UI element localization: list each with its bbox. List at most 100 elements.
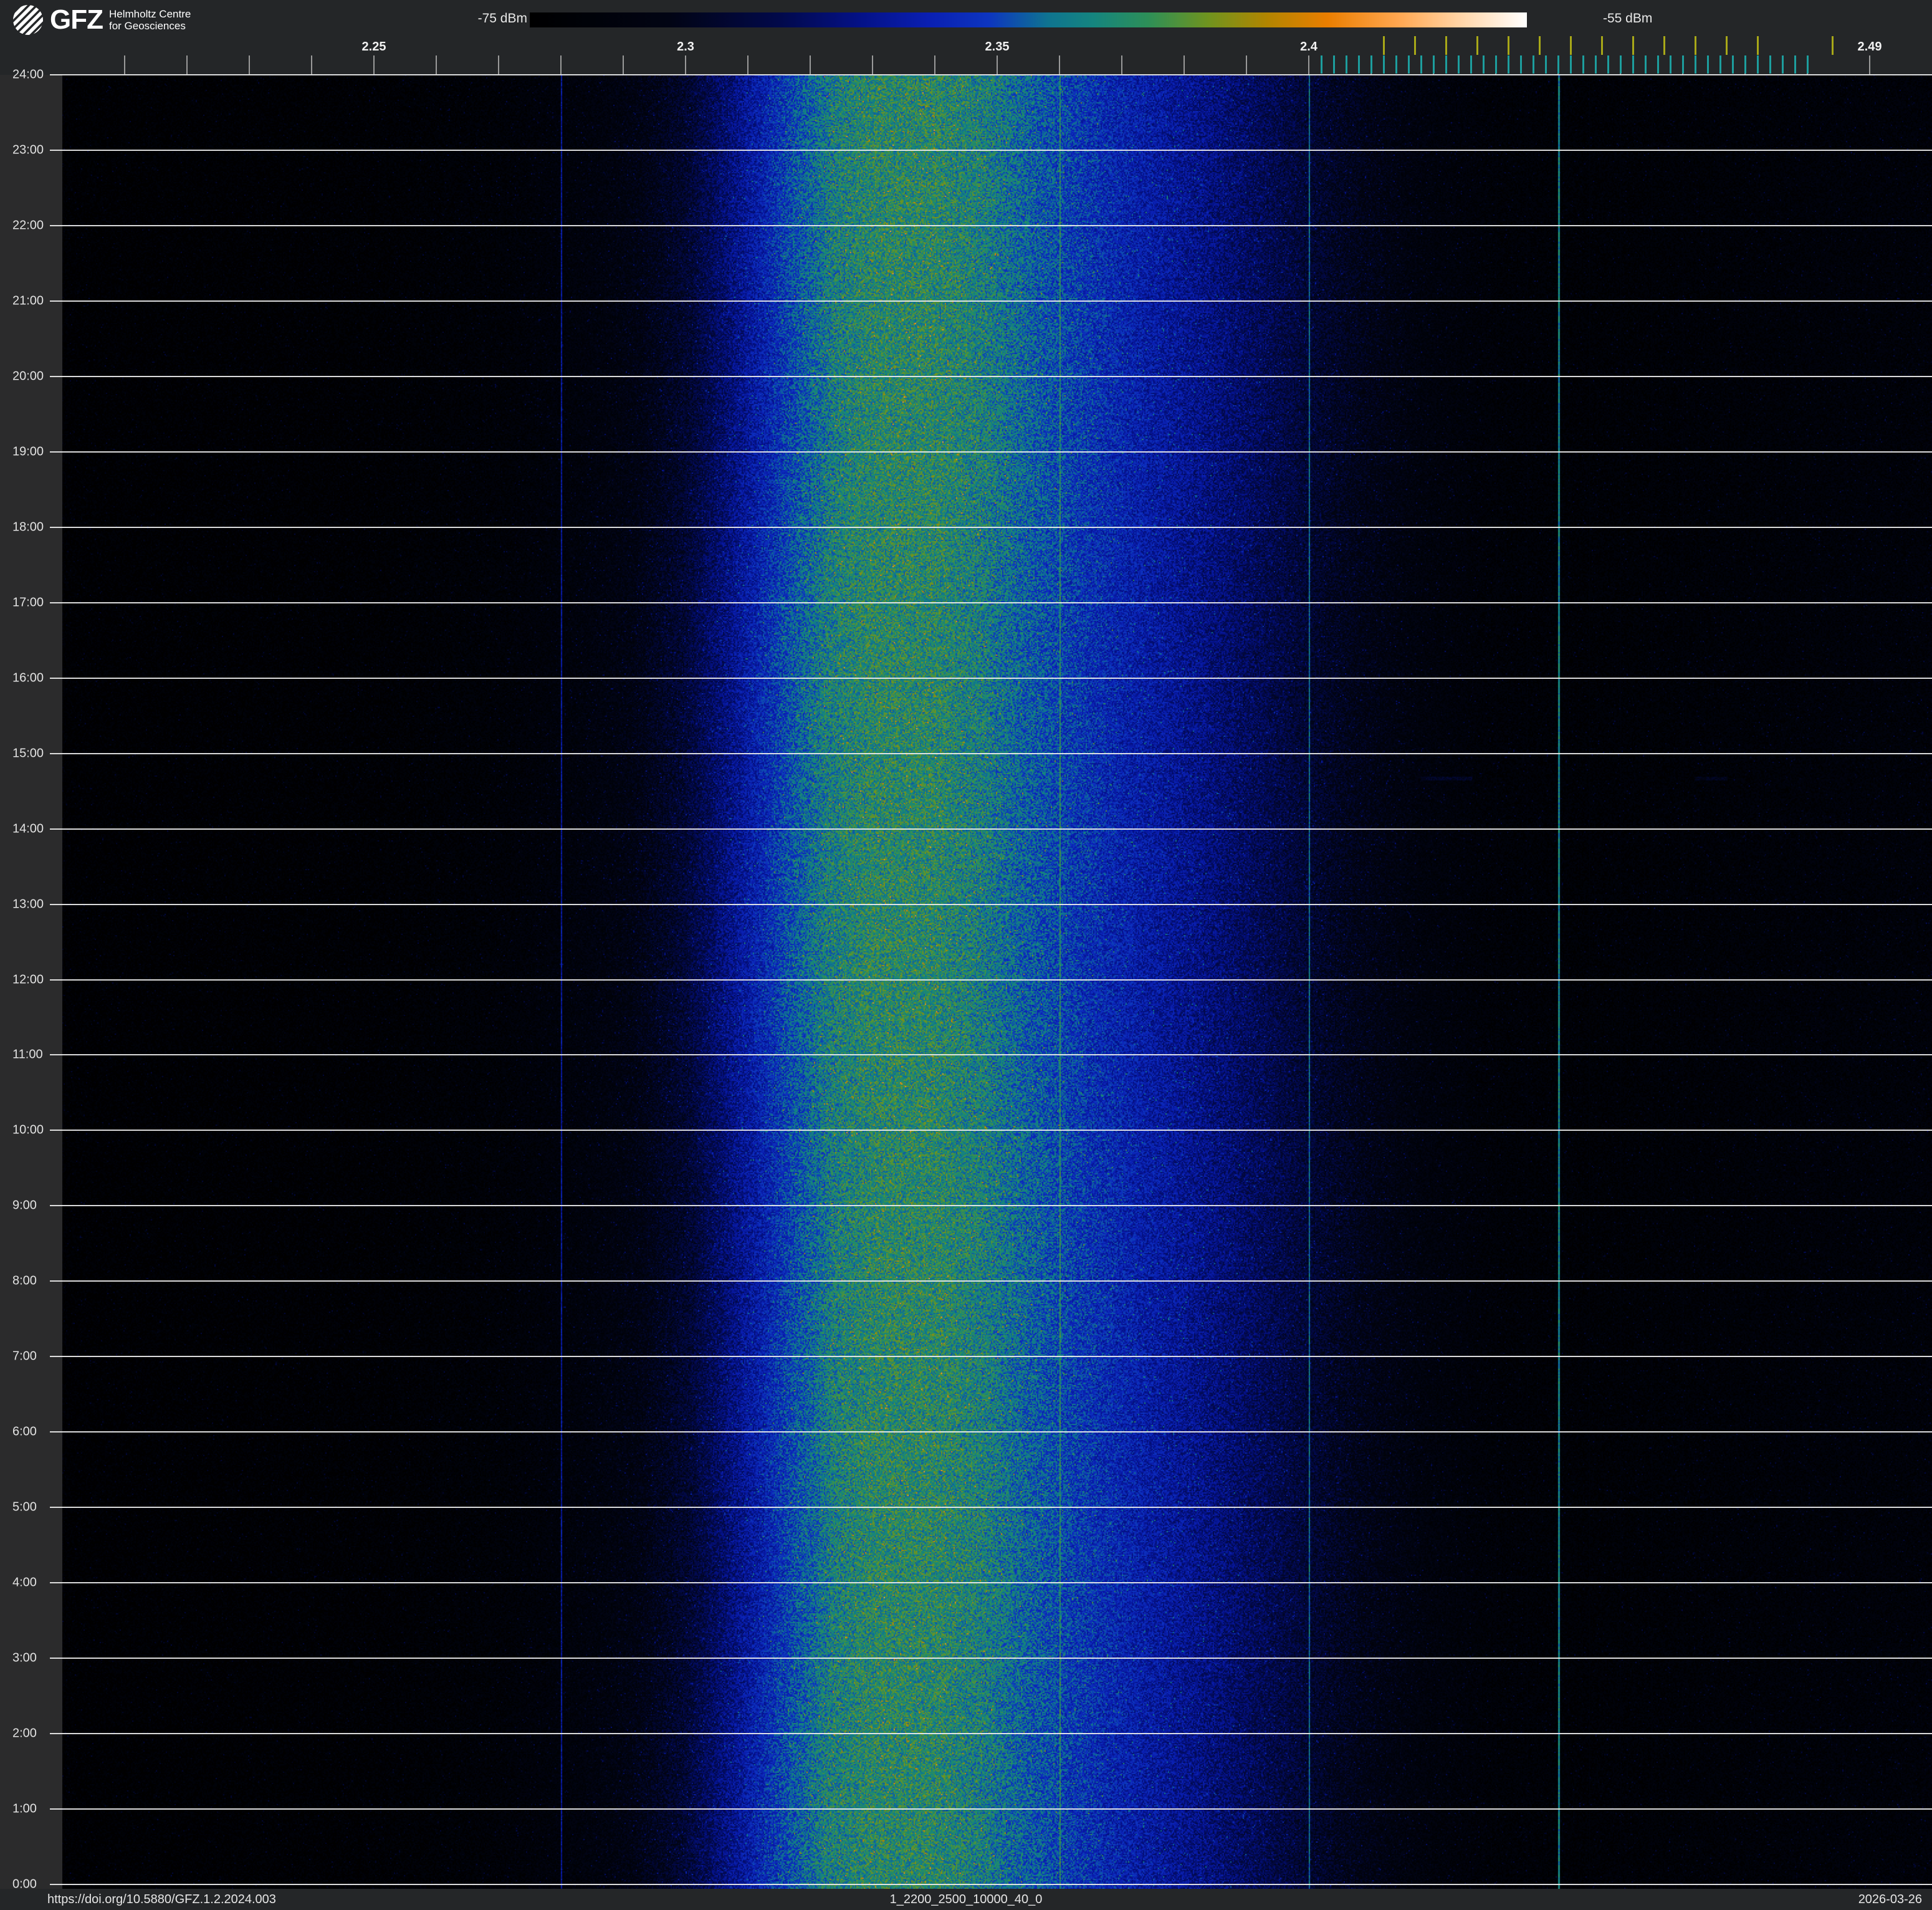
freq-minor-tick <box>560 55 562 74</box>
freq-minor-tick <box>1059 55 1060 74</box>
bluetooth-channel-tick <box>1470 55 1472 74</box>
bluetooth-channel-tick <box>1769 55 1771 74</box>
bluetooth-channel-tick <box>1757 55 1759 74</box>
wifi-channel-tick <box>1570 36 1572 55</box>
bluetooth-channel-tick <box>1557 55 1559 74</box>
header-bar: GFZ Helmholtz Centre for Geosciences -75… <box>0 0 1932 75</box>
time-label: 8:00 <box>12 1274 37 1289</box>
freq-minor-tick <box>1246 55 1247 74</box>
bluetooth-channel-tick <box>1719 55 1721 74</box>
time-label: 11:00 <box>12 1048 43 1062</box>
bluetooth-channel-tick <box>1732 55 1734 74</box>
time-label: 14:00 <box>12 822 44 836</box>
spectrogram-plot <box>62 75 1932 1889</box>
freq-minor-tick <box>623 55 624 74</box>
bluetooth-channel-tick <box>1607 55 1609 74</box>
colorbar-gradient <box>530 12 1527 27</box>
bluetooth-channel-tick <box>1533 55 1534 74</box>
logo-acronym: GFZ <box>50 6 103 34</box>
bluetooth-channel-tick <box>1582 55 1584 74</box>
freq-minor-tick <box>498 55 499 74</box>
freq-tick-label: 2.4 <box>1300 40 1317 54</box>
time-label: 18:00 <box>12 520 44 534</box>
bluetooth-channel-tick <box>1383 55 1385 74</box>
time-label: 7:00 <box>12 1350 37 1364</box>
time-label: 17:00 <box>12 595 44 610</box>
freq-tick-label: 2.3 <box>677 40 694 54</box>
time-label: 9:00 <box>12 1199 37 1213</box>
colorbar-max-label: -55 dBm <box>1603 11 1652 26</box>
time-label: 20:00 <box>12 369 44 383</box>
freq-minor-tick <box>1869 55 1870 74</box>
bluetooth-channel-tick <box>1358 55 1360 74</box>
doi-text: https://doi.org/10.5880/GFZ.1.2.2024.003 <box>47 1893 276 1907</box>
time-label: 3:00 <box>12 1651 37 1666</box>
time-label: 5:00 <box>12 1500 37 1515</box>
wifi-channel-tick <box>1726 36 1728 55</box>
bluetooth-channel-tick <box>1632 55 1634 74</box>
logo-org-line1: Helmholtz Centre <box>109 8 191 20</box>
freq-tick-label: 2.25 <box>362 40 386 54</box>
wifi-channel-tick <box>1695 36 1696 55</box>
bluetooth-channel-tick <box>1782 55 1784 74</box>
time-label: 4:00 <box>12 1576 37 1590</box>
time-label: 10:00 <box>12 1123 44 1138</box>
bluetooth-channel-tick <box>1620 55 1622 74</box>
time-label: 2:00 <box>12 1727 37 1741</box>
wifi-channel-tick <box>1632 36 1634 55</box>
time-label: 24:00 <box>12 68 44 82</box>
gfz-logo-icon <box>12 4 44 36</box>
time-label: 1:00 <box>12 1802 37 1816</box>
freq-minor-tick <box>810 55 811 74</box>
freq-minor-tick <box>747 55 748 74</box>
dataset-title: 1_2200_2500_10000_40_0 <box>890 1893 1043 1907</box>
logo-org-name: Helmholtz Centre for Geosciences <box>109 8 191 32</box>
time-label: 23:00 <box>12 143 44 157</box>
freq-minor-tick <box>685 55 686 74</box>
wifi-channel-tick <box>1414 36 1416 55</box>
time-label: 19:00 <box>12 444 44 459</box>
bluetooth-channel-tick <box>1508 55 1509 74</box>
freq-minor-tick <box>872 55 873 74</box>
wifi-channel-tick <box>1663 36 1665 55</box>
gfz-logo: GFZ Helmholtz Centre for Geosciences <box>12 4 191 36</box>
bluetooth-channel-tick <box>1333 55 1335 74</box>
freq-tick-label: 2.49 <box>1858 40 1882 54</box>
bluetooth-channel-tick <box>1682 55 1684 74</box>
bluetooth-channel-tick <box>1433 55 1435 74</box>
time-label: 15:00 <box>12 746 44 761</box>
wifi-channel-tick <box>1539 36 1541 55</box>
wifi-channel-tick <box>1601 36 1603 55</box>
bluetooth-channel-tick <box>1420 55 1422 74</box>
time-label: 22:00 <box>12 218 44 233</box>
bluetooth-channel-tick <box>1495 55 1497 74</box>
wifi-channel-tick <box>1832 36 1834 55</box>
bluetooth-channel-tick <box>1807 55 1809 74</box>
colorbar-min-label: -75 dBm <box>467 11 527 26</box>
bluetooth-channel-tick <box>1645 55 1647 74</box>
freq-minor-tick <box>1184 55 1185 74</box>
bluetooth-channel-tick <box>1794 55 1796 74</box>
bluetooth-channel-tick <box>1695 55 1696 74</box>
bluetooth-channel-tick <box>1520 55 1522 74</box>
bluetooth-channel-tick <box>1346 55 1347 74</box>
freq-minor-tick <box>436 55 437 74</box>
bluetooth-channel-tick <box>1483 55 1485 74</box>
bluetooth-channel-tick <box>1595 55 1597 74</box>
wifi-channel-tick <box>1757 36 1759 55</box>
freq-minor-tick <box>934 55 935 74</box>
bluetooth-channel-tick <box>1445 55 1447 74</box>
bluetooth-channel-tick <box>1707 55 1709 74</box>
bluetooth-channel-tick <box>1395 55 1397 74</box>
time-label: 21:00 <box>12 294 44 308</box>
time-label: 13:00 <box>12 897 44 911</box>
time-label: 6:00 <box>12 1425 37 1439</box>
date-label: 2026-03-26 <box>1858 1893 1922 1907</box>
wifi-channel-tick <box>1508 36 1509 55</box>
freq-minor-tick <box>1121 55 1122 74</box>
bluetooth-channel-tick <box>1458 55 1460 74</box>
spectrogram-canvas <box>62 75 1932 1889</box>
bluetooth-channel-tick <box>1545 55 1547 74</box>
freq-minor-tick <box>249 55 250 74</box>
bluetooth-channel-tick <box>1670 55 1671 74</box>
